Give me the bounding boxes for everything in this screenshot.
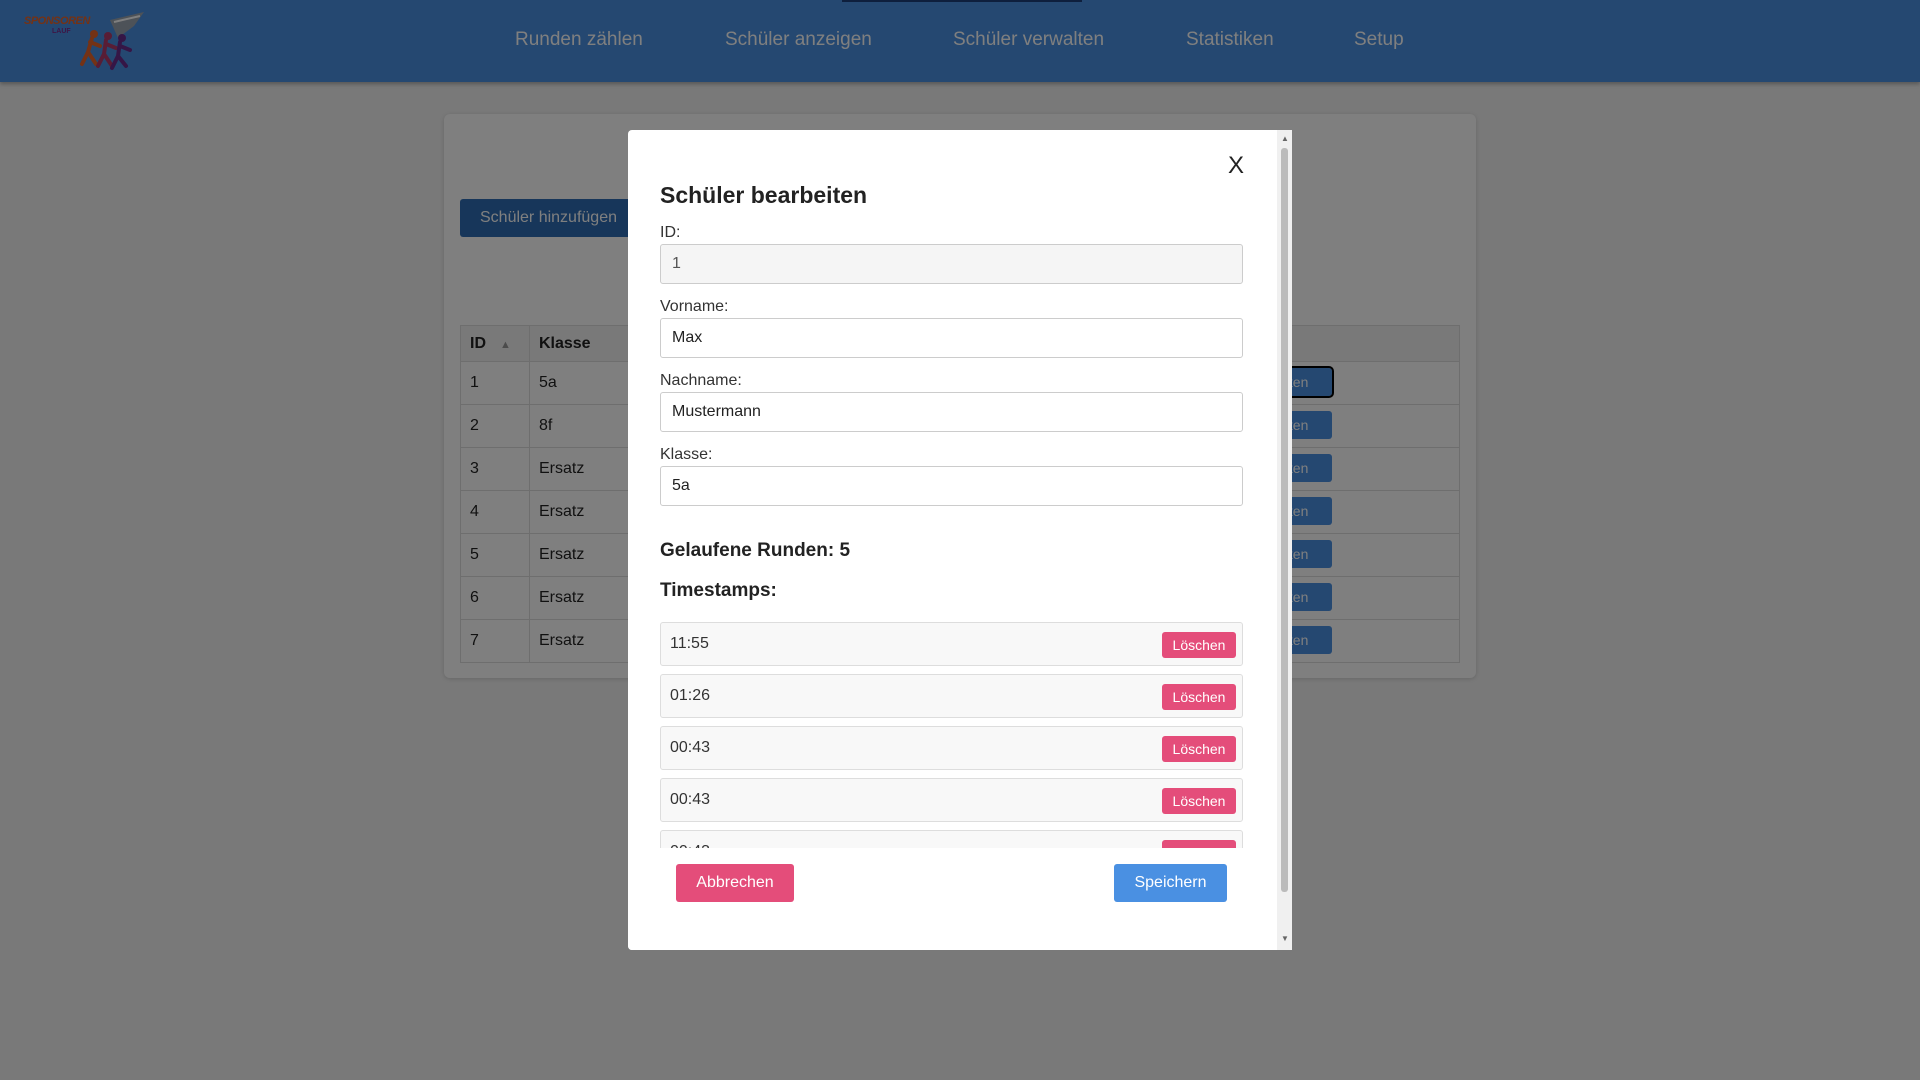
modal-title: Schüler bearbeiten [660,182,868,208]
modal-scrollbar[interactable]: ▲ ▼ [1277,130,1292,950]
timestamp-value: 00:43 [670,739,711,756]
vorname-label: Vorname: [660,298,729,315]
timestamp-item: 00:43 Löschen [660,726,1243,770]
nachname-field[interactable] [660,392,1243,432]
close-icon[interactable]: X [1228,152,1244,180]
timestamp-value: 11:55 [670,635,709,652]
edit-student-modal: X Schüler bearbeiten ID: Vorname: Nachna… [628,130,1292,950]
nachname-label: Nachname: [660,372,742,389]
klasse-label: Klasse: [660,446,713,463]
delete-timestamp-button[interactable]: Löschen [1162,684,1236,710]
vorname-field[interactable] [660,318,1243,358]
delete-timestamp-button[interactable]: Löschen [1162,788,1236,814]
id-label: ID: [660,224,681,241]
timestamp-item: 11:55 Löschen [660,622,1243,666]
scroll-down-icon[interactable]: ▼ [1281,934,1289,943]
timestamp-value: 00:43 [670,791,711,808]
timestamp-value: 01:26 [670,687,711,704]
id-field[interactable] [660,244,1243,284]
timestamp-item: 01:26 Löschen [660,674,1243,718]
scroll-up-icon[interactable]: ▲ [1281,134,1289,143]
delete-timestamp-button[interactable]: Löschen [1162,736,1236,762]
timestamp-item: 00:43 Löschen [660,778,1243,822]
klasse-field[interactable] [660,466,1243,506]
scroll-thumb[interactable] [1281,148,1288,892]
laps-count: Gelaufene Runden: 5 [660,540,851,561]
timestamps-title: Timestamps: [660,580,777,601]
save-button[interactable]: Speichern [1114,864,1227,902]
delete-timestamp-button[interactable]: Löschen [1162,632,1236,658]
cancel-button[interactable]: Abbrechen [676,864,794,902]
